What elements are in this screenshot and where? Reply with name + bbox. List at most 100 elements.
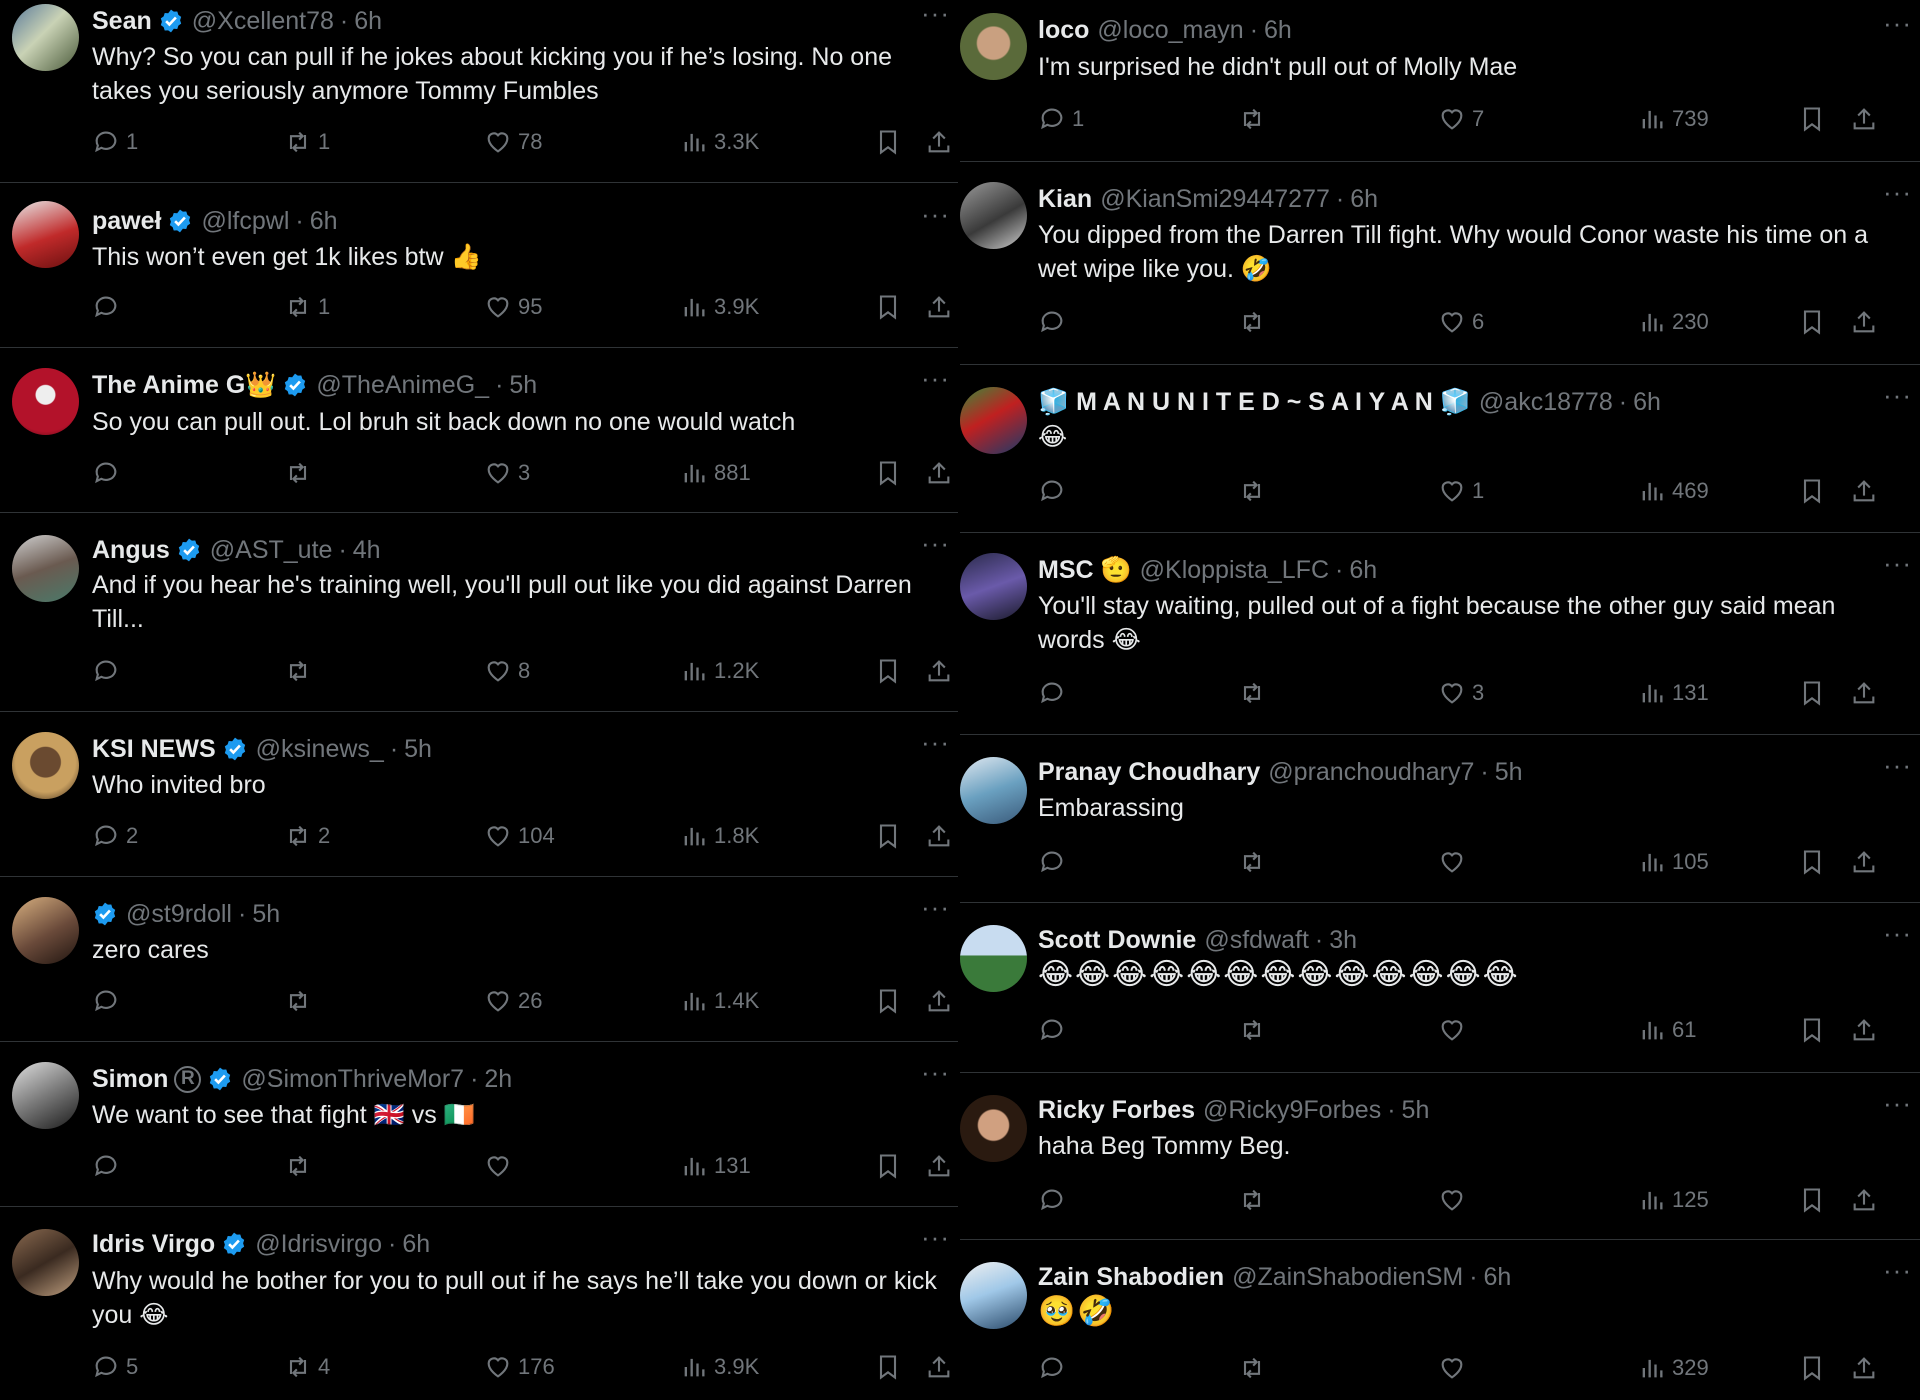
views-button[interactable]: 3.9K xyxy=(680,293,759,321)
bookmark-button[interactable] xyxy=(1798,105,1826,133)
reply-tweet[interactable]: The Anime G👑 @TheAnimeG_ · 5h ··· So you… xyxy=(0,348,958,513)
more-options-icon[interactable]: ··· xyxy=(921,365,950,391)
reply-button[interactable]: 2 xyxy=(92,822,138,850)
reply-button[interactable] xyxy=(1038,1186,1072,1214)
avatar[interactable] xyxy=(960,13,1027,80)
timestamp[interactable]: 3h xyxy=(1329,926,1357,955)
retweet-button[interactable] xyxy=(1238,848,1272,876)
reply-button[interactable] xyxy=(1038,477,1072,505)
reply-button[interactable] xyxy=(1038,1354,1072,1382)
share-button[interactable] xyxy=(1850,1186,1878,1214)
share-button[interactable] xyxy=(925,1152,953,1180)
display-name[interactable]: Sean xyxy=(92,7,152,36)
display-name[interactable]: Ricky Forbes xyxy=(1038,1096,1195,1125)
reply-button[interactable] xyxy=(92,1152,126,1180)
like-button[interactable]: 104 xyxy=(484,822,555,850)
like-button[interactable] xyxy=(1438,1186,1472,1214)
views-button[interactable]: 469 xyxy=(1638,477,1709,505)
user-handle[interactable]: @AST_ute xyxy=(210,536,333,565)
user-handle[interactable]: @SimonThriveMor7 xyxy=(241,1065,464,1094)
retweet-button[interactable]: 4 xyxy=(284,1353,330,1381)
user-handle[interactable]: @sfdwaft xyxy=(1204,926,1309,955)
bookmark-button[interactable] xyxy=(1798,848,1826,876)
reply-button[interactable] xyxy=(92,657,126,685)
more-options-icon[interactable]: ··· xyxy=(1883,752,1912,778)
timestamp[interactable]: 5h xyxy=(404,735,432,764)
avatar[interactable] xyxy=(12,1062,79,1129)
bookmark-button[interactable] xyxy=(1798,1186,1826,1214)
reply-tweet[interactable]: Simon R @SimonThriveMor7 · 2h ··· We wan… xyxy=(0,1042,958,1207)
retweet-button[interactable] xyxy=(284,987,318,1015)
share-button[interactable] xyxy=(1850,1354,1878,1382)
reply-button[interactable]: 5 xyxy=(92,1353,138,1381)
reply-tweet[interactable]: @st9rdoll · 5h ··· zero cares 26 1.4K xyxy=(0,877,958,1042)
more-options-icon[interactable]: ··· xyxy=(921,1059,950,1085)
timestamp[interactable]: 6h xyxy=(1349,556,1377,585)
views-button[interactable]: 230 xyxy=(1638,308,1709,336)
reply-tweet[interactable]: Ricky Forbes @Ricky9Forbes · 5h ··· haha… xyxy=(960,1073,1920,1240)
bookmark-button[interactable] xyxy=(1798,1354,1826,1382)
share-button[interactable] xyxy=(1850,1016,1878,1044)
share-button[interactable] xyxy=(925,657,953,685)
reply-button[interactable] xyxy=(92,459,126,487)
more-options-icon[interactable]: ··· xyxy=(921,530,950,556)
avatar[interactable] xyxy=(12,368,79,435)
more-options-icon[interactable]: ··· xyxy=(1883,1090,1912,1116)
reply-button[interactable] xyxy=(1038,848,1072,876)
views-button[interactable]: 1.4K xyxy=(680,987,759,1015)
views-button[interactable]: 131 xyxy=(680,1152,751,1180)
views-button[interactable]: 329 xyxy=(1638,1354,1709,1382)
timestamp[interactable]: 6h xyxy=(354,7,382,36)
like-button[interactable]: 8 xyxy=(484,657,530,685)
reply-button[interactable] xyxy=(1038,679,1072,707)
display-name[interactable]: Idris Virgo xyxy=(92,1230,215,1259)
more-options-icon[interactable]: ··· xyxy=(1883,550,1912,576)
views-button[interactable]: 881 xyxy=(680,459,751,487)
reply-button[interactable] xyxy=(92,987,126,1015)
bookmark-button[interactable] xyxy=(874,1152,902,1180)
views-button[interactable]: 131 xyxy=(1638,679,1709,707)
like-button[interactable] xyxy=(1438,1354,1472,1382)
share-button[interactable] xyxy=(1850,848,1878,876)
display-name[interactable]: Scott Downie xyxy=(1038,926,1196,955)
reply-button[interactable] xyxy=(92,293,126,321)
views-button[interactable]: 1.2K xyxy=(680,657,759,685)
bookmark-button[interactable] xyxy=(874,987,902,1015)
avatar[interactable] xyxy=(960,182,1027,249)
like-button[interactable]: 3 xyxy=(484,459,530,487)
views-button[interactable]: 125 xyxy=(1638,1186,1709,1214)
retweet-button[interactable] xyxy=(284,657,318,685)
avatar[interactable] xyxy=(12,535,79,602)
avatar[interactable] xyxy=(12,201,79,268)
avatar[interactable] xyxy=(960,757,1027,824)
retweet-button[interactable] xyxy=(1238,679,1272,707)
retweet-button[interactable] xyxy=(1238,105,1272,133)
reply-tweet[interactable]: 🧊 M A N U N I T E D ~ S A I Y A N 🧊 @akc… xyxy=(960,365,1920,533)
display-name[interactable]: Simon xyxy=(92,1065,168,1094)
more-options-icon[interactable]: ··· xyxy=(921,201,950,227)
avatar[interactable] xyxy=(12,4,79,71)
user-handle[interactable]: @TheAnimeG_ xyxy=(316,371,489,400)
views-button[interactable]: 3.9K xyxy=(680,1353,759,1381)
bookmark-button[interactable] xyxy=(874,657,902,685)
share-button[interactable] xyxy=(925,293,953,321)
views-button[interactable]: 61 xyxy=(1638,1016,1696,1044)
avatar[interactable] xyxy=(12,897,79,964)
views-button[interactable]: 1.8K xyxy=(680,822,759,850)
retweet-button[interactable]: 2 xyxy=(284,822,330,850)
more-options-icon[interactable]: ··· xyxy=(921,894,950,920)
reply-button[interactable]: 1 xyxy=(1038,105,1084,133)
more-options-icon[interactable]: ··· xyxy=(1883,382,1912,408)
share-button[interactable] xyxy=(1850,105,1878,133)
bookmark-button[interactable] xyxy=(874,293,902,321)
retweet-button[interactable]: 1 xyxy=(284,128,330,156)
display-name[interactable]: MSC 🫡 xyxy=(1038,556,1132,585)
reply-tweet[interactable]: Angus @AST_ute · 4h ··· And if you hear … xyxy=(0,513,958,712)
share-button[interactable] xyxy=(925,987,953,1015)
timestamp[interactable]: 6h xyxy=(1633,388,1661,417)
user-handle[interactable]: @st9rdoll xyxy=(126,900,232,929)
user-handle[interactable]: @KianSmi29447277 xyxy=(1100,185,1330,214)
retweet-button[interactable] xyxy=(1238,1354,1272,1382)
more-options-icon[interactable]: ··· xyxy=(1883,10,1912,36)
views-button[interactable]: 3.3K xyxy=(680,128,759,156)
